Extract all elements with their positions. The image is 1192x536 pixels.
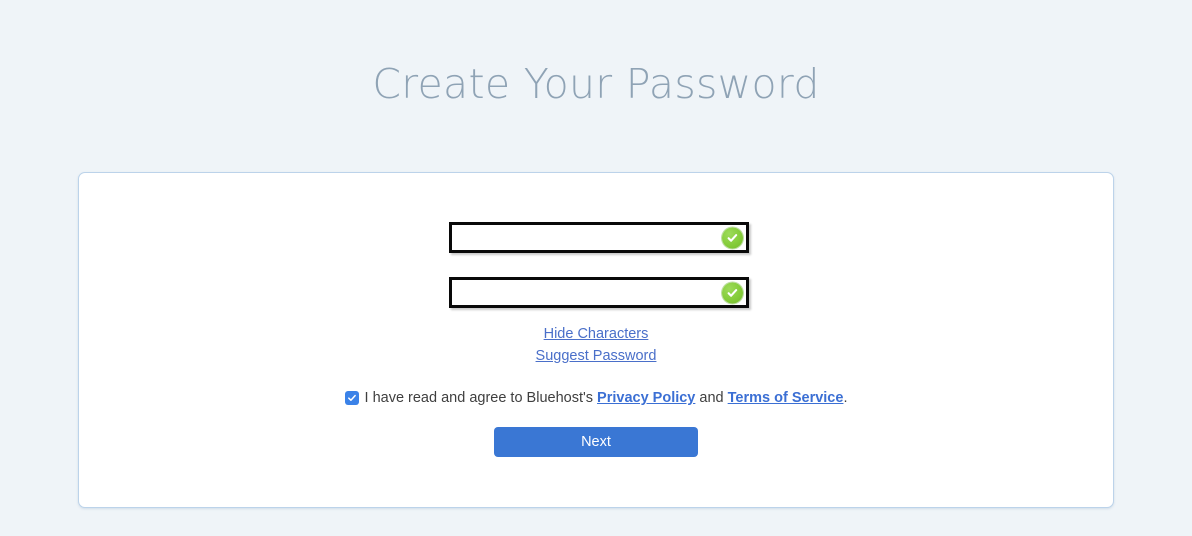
agreement-text-before: I have read and agree to Bluehost's <box>364 390 593 406</box>
agreement-text-between: and <box>699 390 724 406</box>
agreement-text-after: . <box>843 390 848 406</box>
green-check-circle-icon <box>722 282 743 303</box>
agreement-checkbox[interactable] <box>344 391 359 405</box>
confirm-password-field-wrapper[interactable] <box>449 277 749 308</box>
hide-characters-link[interactable]: Hide Characters <box>79 323 1113 345</box>
confirm-password-input[interactable] <box>452 280 746 305</box>
next-button[interactable]: Next <box>494 427 698 457</box>
password-form-card: Hide Characters Suggest Password I have … <box>78 172 1114 508</box>
privacy-policy-link[interactable]: Privacy Policy <box>597 388 695 408</box>
page-title: Create Your Password <box>372 60 820 109</box>
suggest-password-link[interactable]: Suggest Password <box>79 345 1113 367</box>
password-input[interactable] <box>452 225 746 250</box>
helper-links: Hide Characters Suggest Password <box>79 323 1113 367</box>
terms-of-service-link[interactable]: Terms of Service <box>728 388 844 408</box>
password-field-wrapper[interactable] <box>449 222 749 253</box>
agreement-row: I have read and agree to Bluehost's Priv… <box>79 388 1113 408</box>
green-check-circle-icon <box>722 227 743 248</box>
